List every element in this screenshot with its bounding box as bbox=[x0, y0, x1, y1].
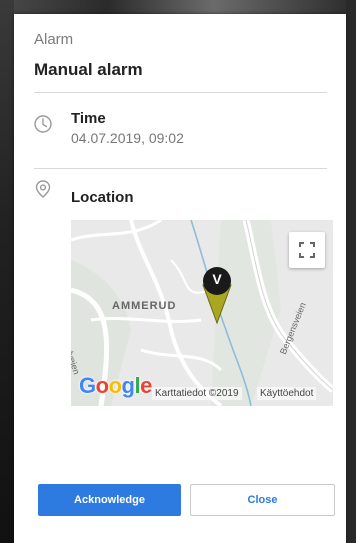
background-window-left bbox=[0, 0, 14, 543]
location-pin-icon bbox=[35, 180, 51, 198]
google-logo: Google bbox=[79, 373, 152, 398]
dialog-kicker: Alarm bbox=[34, 31, 74, 48]
alarm-dialog: Alarm Manual alarm Time 04.07.2019, 09:0… bbox=[14, 14, 346, 543]
time-value: 04.07.2019, 09:02 bbox=[71, 130, 184, 146]
map-area-label: AMMERUD bbox=[112, 300, 177, 312]
clock-icon bbox=[34, 115, 52, 133]
background-window-right bbox=[346, 0, 356, 543]
map-terms-link[interactable]: Käyttöehdot bbox=[257, 387, 317, 400]
fullscreen-icon bbox=[299, 242, 315, 258]
time-label: Time bbox=[71, 110, 106, 127]
dialog-title: Manual alarm bbox=[34, 60, 143, 79]
map-marker[interactable]: V bbox=[201, 265, 233, 327]
divider bbox=[34, 92, 327, 93]
map-fullscreen-button[interactable] bbox=[289, 232, 325, 268]
background-window-top bbox=[0, 0, 356, 14]
location-label: Location bbox=[71, 189, 134, 206]
acknowledge-button[interactable]: Acknowledge bbox=[38, 484, 181, 516]
map-attribution: Karttatiedot ©2019 bbox=[152, 387, 242, 400]
divider bbox=[34, 168, 327, 169]
location-map[interactable]: AMMERUD Ammerudveien Bergensveien V Goog… bbox=[71, 220, 333, 406]
close-button[interactable]: Close bbox=[190, 484, 335, 516]
map-marker-label: V bbox=[212, 271, 222, 287]
